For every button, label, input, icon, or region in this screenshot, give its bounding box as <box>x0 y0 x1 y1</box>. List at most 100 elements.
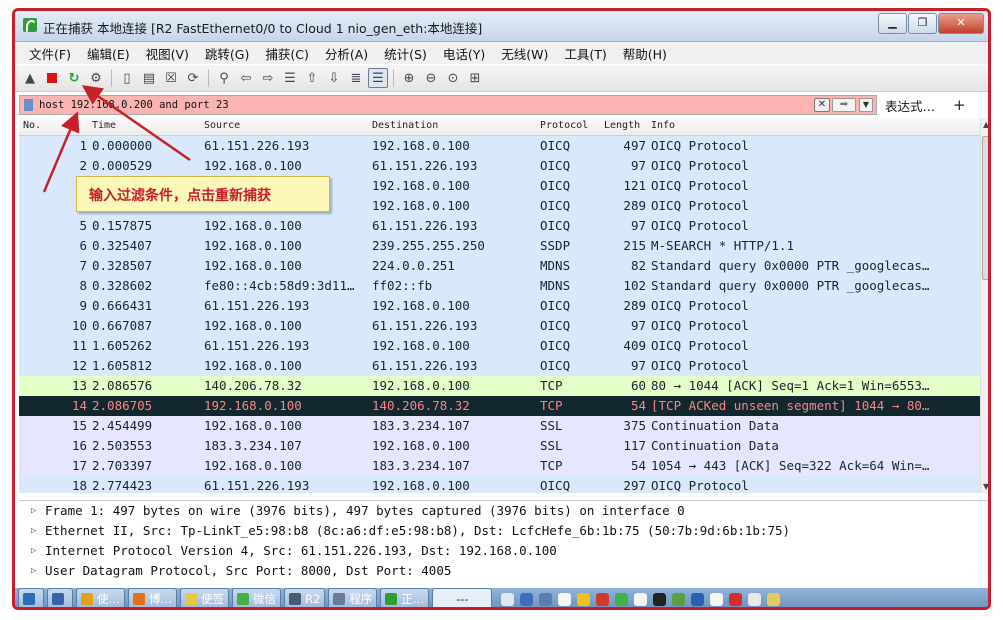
packet-row[interactable]: 15 2.454499 192.168.0.100 183.3.234.107 SSL 3… <box>19 416 980 436</box>
restart-capture-icon[interactable]: ↻ <box>64 68 84 88</box>
packet-row[interactable]: 18 2.774423 61.151.226.193 192.168.0.100 OIC… <box>19 476 980 493</box>
taskbar-button[interactable]: 便签 <box>180 588 229 607</box>
display-filter-input[interactable]: host 192.168.0.200 and port 23 ✕ ➡ ▼ <box>19 95 877 115</box>
zoom-out-icon[interactable]: ⊖ <box>421 68 441 88</box>
keyboard-icon[interactable] <box>501 592 515 606</box>
network-icon[interactable] <box>539 592 553 606</box>
menu-item[interactable]: 分析(A) <box>317 44 376 63</box>
filter-text[interactable]: host 192.168.0.200 and port 23 <box>39 99 229 111</box>
column-header[interactable]: Protocol <box>540 120 588 131</box>
autoscroll-icon[interactable]: ≣ <box>346 68 366 88</box>
zoom-in-icon[interactable]: ⊕ <box>399 68 419 88</box>
open-file-icon[interactable]: ▯ <box>117 68 137 88</box>
taskbar-button[interactable]: R2 <box>284 588 326 607</box>
game-icon[interactable] <box>577 592 591 606</box>
cloud-icon[interactable] <box>558 592 572 606</box>
packet-row[interactable]: 8 0.328602 fe80::4cb:58d9:3d11… ff02::fb MDN… <box>19 276 980 296</box>
column-header[interactable]: Time <box>92 120 116 131</box>
warning-icon[interactable] <box>729 592 743 606</box>
menu-item[interactable]: 无线(W) <box>493 44 556 63</box>
bookmark-icon[interactable] <box>24 99 33 114</box>
close-file-icon[interactable]: ☒ <box>161 68 181 88</box>
bluetooth-icon[interactable] <box>691 592 705 606</box>
folder-icon[interactable] <box>767 592 781 606</box>
detail-tree-item[interactable]: ▷ User Datagram Protocol, Src Port: 8000,… <box>19 561 988 581</box>
packet-list-scrollbar[interactable]: ▲ ▼ <box>980 118 988 493</box>
flag-icon[interactable] <box>634 592 648 606</box>
minimize-button[interactable]: ▁ <box>878 13 907 34</box>
restore-button[interactable]: ❐ <box>908 13 937 34</box>
detail-tree-item[interactable]: ▷ Internet Protocol Version 4, Src: 61.15… <box>19 541 988 561</box>
taskbar-button[interactable]: 正… <box>380 588 430 607</box>
packet-row[interactable]: 2 0.000529 192.168.0.100 61.151.226.193 OICQ… <box>19 156 980 176</box>
capture-options-icon[interactable]: ⚙ <box>86 68 106 88</box>
column-header[interactable]: Length <box>604 120 640 131</box>
copy-icon[interactable] <box>748 592 762 606</box>
save-file-icon[interactable]: ▤ <box>139 68 159 88</box>
taskbar-button[interactable] <box>18 588 44 607</box>
expand-triangle-icon[interactable]: ▷ <box>31 501 36 521</box>
apply-filter-icon[interactable]: ➡ <box>832 98 856 112</box>
add-filter-button[interactable]: + <box>953 96 966 114</box>
colorize-icon[interactable]: ☰ <box>368 68 388 88</box>
menu-item[interactable]: 视图(V) <box>138 44 197 63</box>
packet-row[interactable]: 17 2.703397 192.168.0.100 183.3.234.107 TCP 5… <box>19 456 980 476</box>
column-header[interactable]: Source <box>204 120 240 131</box>
close-button[interactable]: ✕ <box>938 13 984 34</box>
taskbar-button[interactable]: 博… <box>128 588 177 607</box>
taskbar-button[interactable]: 程序 <box>328 588 378 607</box>
wechat-tray-icon[interactable] <box>615 592 629 606</box>
packet-row[interactable]: 6 0.325407 192.168.0.100 239.255.255.250 SSD… <box>19 236 980 256</box>
wifi-icon[interactable] <box>710 592 724 606</box>
stop-capture-icon[interactable] <box>42 68 62 88</box>
packet-row[interactable]: 13 2.086576 140.206.78.32 192.168.0.100 TCP 6… <box>19 376 980 396</box>
security-icon[interactable] <box>672 592 686 606</box>
scroll-down-icon[interactable]: ▼ <box>983 482 988 491</box>
packet-row[interactable]: 1 0.000000 61.151.226.193 192.168.0.100 OICQ… <box>19 136 980 156</box>
menu-item[interactable]: 电话(Y) <box>435 44 493 63</box>
find-packet-icon[interactable]: ⚲ <box>214 68 234 88</box>
detail-tree-item[interactable]: ▷ Ethernet II, Src: Tp-LinkT_e5:98:b8 (8c… <box>19 521 988 541</box>
menu-item[interactable]: 统计(S) <box>376 44 435 63</box>
packet-row[interactable]: 11 1.605262 61.151.226.193 192.168.0.100 OIC… <box>19 336 980 356</box>
filter-history-dropdown-icon[interactable]: ▼ <box>859 98 873 112</box>
taskbar-button[interactable]: 使… <box>76 588 125 607</box>
menu-item[interactable]: 跳转(G) <box>197 44 257 63</box>
packet-row[interactable]: 14 2.086705 192.168.0.100 140.206.78.32 TCP 5… <box>19 396 980 416</box>
start-capture-icon[interactable]: ▲ <box>20 68 40 88</box>
packet-row[interactable]: 12 1.605812 192.168.0.100 61.151.226.193 OIC… <box>19 356 980 376</box>
taskbar-input[interactable]: --- <box>432 588 493 607</box>
packet-row[interactable]: 9 0.666431 61.151.226.193 192.168.0.100 OICQ… <box>19 296 980 316</box>
column-header[interactable]: Info <box>651 120 675 131</box>
taskbar-button[interactable]: 微信 <box>232 588 281 607</box>
help-icon[interactable] <box>520 592 534 606</box>
clear-filter-icon[interactable]: ✕ <box>814 98 830 112</box>
antivirus-icon[interactable] <box>596 592 610 606</box>
menu-item[interactable]: 帮助(H) <box>615 44 675 63</box>
scroll-up-icon[interactable]: ▲ <box>983 120 988 129</box>
menu-item[interactable]: 工具(T) <box>556 44 614 63</box>
zoom-normal-icon[interactable]: ⊙ <box>443 68 463 88</box>
menu-item[interactable]: 捕获(C) <box>257 44 316 63</box>
go-back-icon[interactable]: ⇦ <box>236 68 256 88</box>
expand-triangle-icon[interactable]: ▷ <box>31 521 36 541</box>
packet-row[interactable]: 10 0.667087 192.168.0.100 61.151.226.193 OIC… <box>19 316 980 336</box>
reload-file-icon[interactable]: ⟳ <box>183 68 203 88</box>
expand-triangle-icon[interactable]: ▷ <box>31 541 36 561</box>
column-header[interactable]: No. <box>23 120 41 131</box>
detail-tree-item[interactable]: ▷ Frame 1: 497 bytes on wire (3976 bits),… <box>19 501 988 521</box>
expression-button[interactable]: 表达式… <box>885 96 935 115</box>
packet-row[interactable]: 7 0.328507 192.168.0.100 224.0.0.251 MDNS 82 S… <box>19 256 980 276</box>
menu-item[interactable]: 编辑(E) <box>79 44 138 63</box>
resize-columns-icon[interactable]: ⊞ <box>465 68 485 88</box>
packet-row[interactable]: 5 0.157875 192.168.0.100 61.151.226.193 OICQ… <box>19 216 980 236</box>
last-packet-icon[interactable]: ⇩ <box>324 68 344 88</box>
go-forward-icon[interactable]: ⇨ <box>258 68 278 88</box>
taskbar-button[interactable] <box>47 588 73 607</box>
scrollbar-thumb[interactable] <box>982 136 988 280</box>
first-packet-icon[interactable]: ⇧ <box>302 68 322 88</box>
qq-icon[interactable] <box>653 592 667 606</box>
menu-item[interactable]: 文件(F) <box>21 44 79 63</box>
packet-row[interactable]: 16 2.503553 183.3.234.107 192.168.0.100 SSL 1… <box>19 436 980 456</box>
go-to-packet-icon[interactable]: ☰ <box>280 68 300 88</box>
